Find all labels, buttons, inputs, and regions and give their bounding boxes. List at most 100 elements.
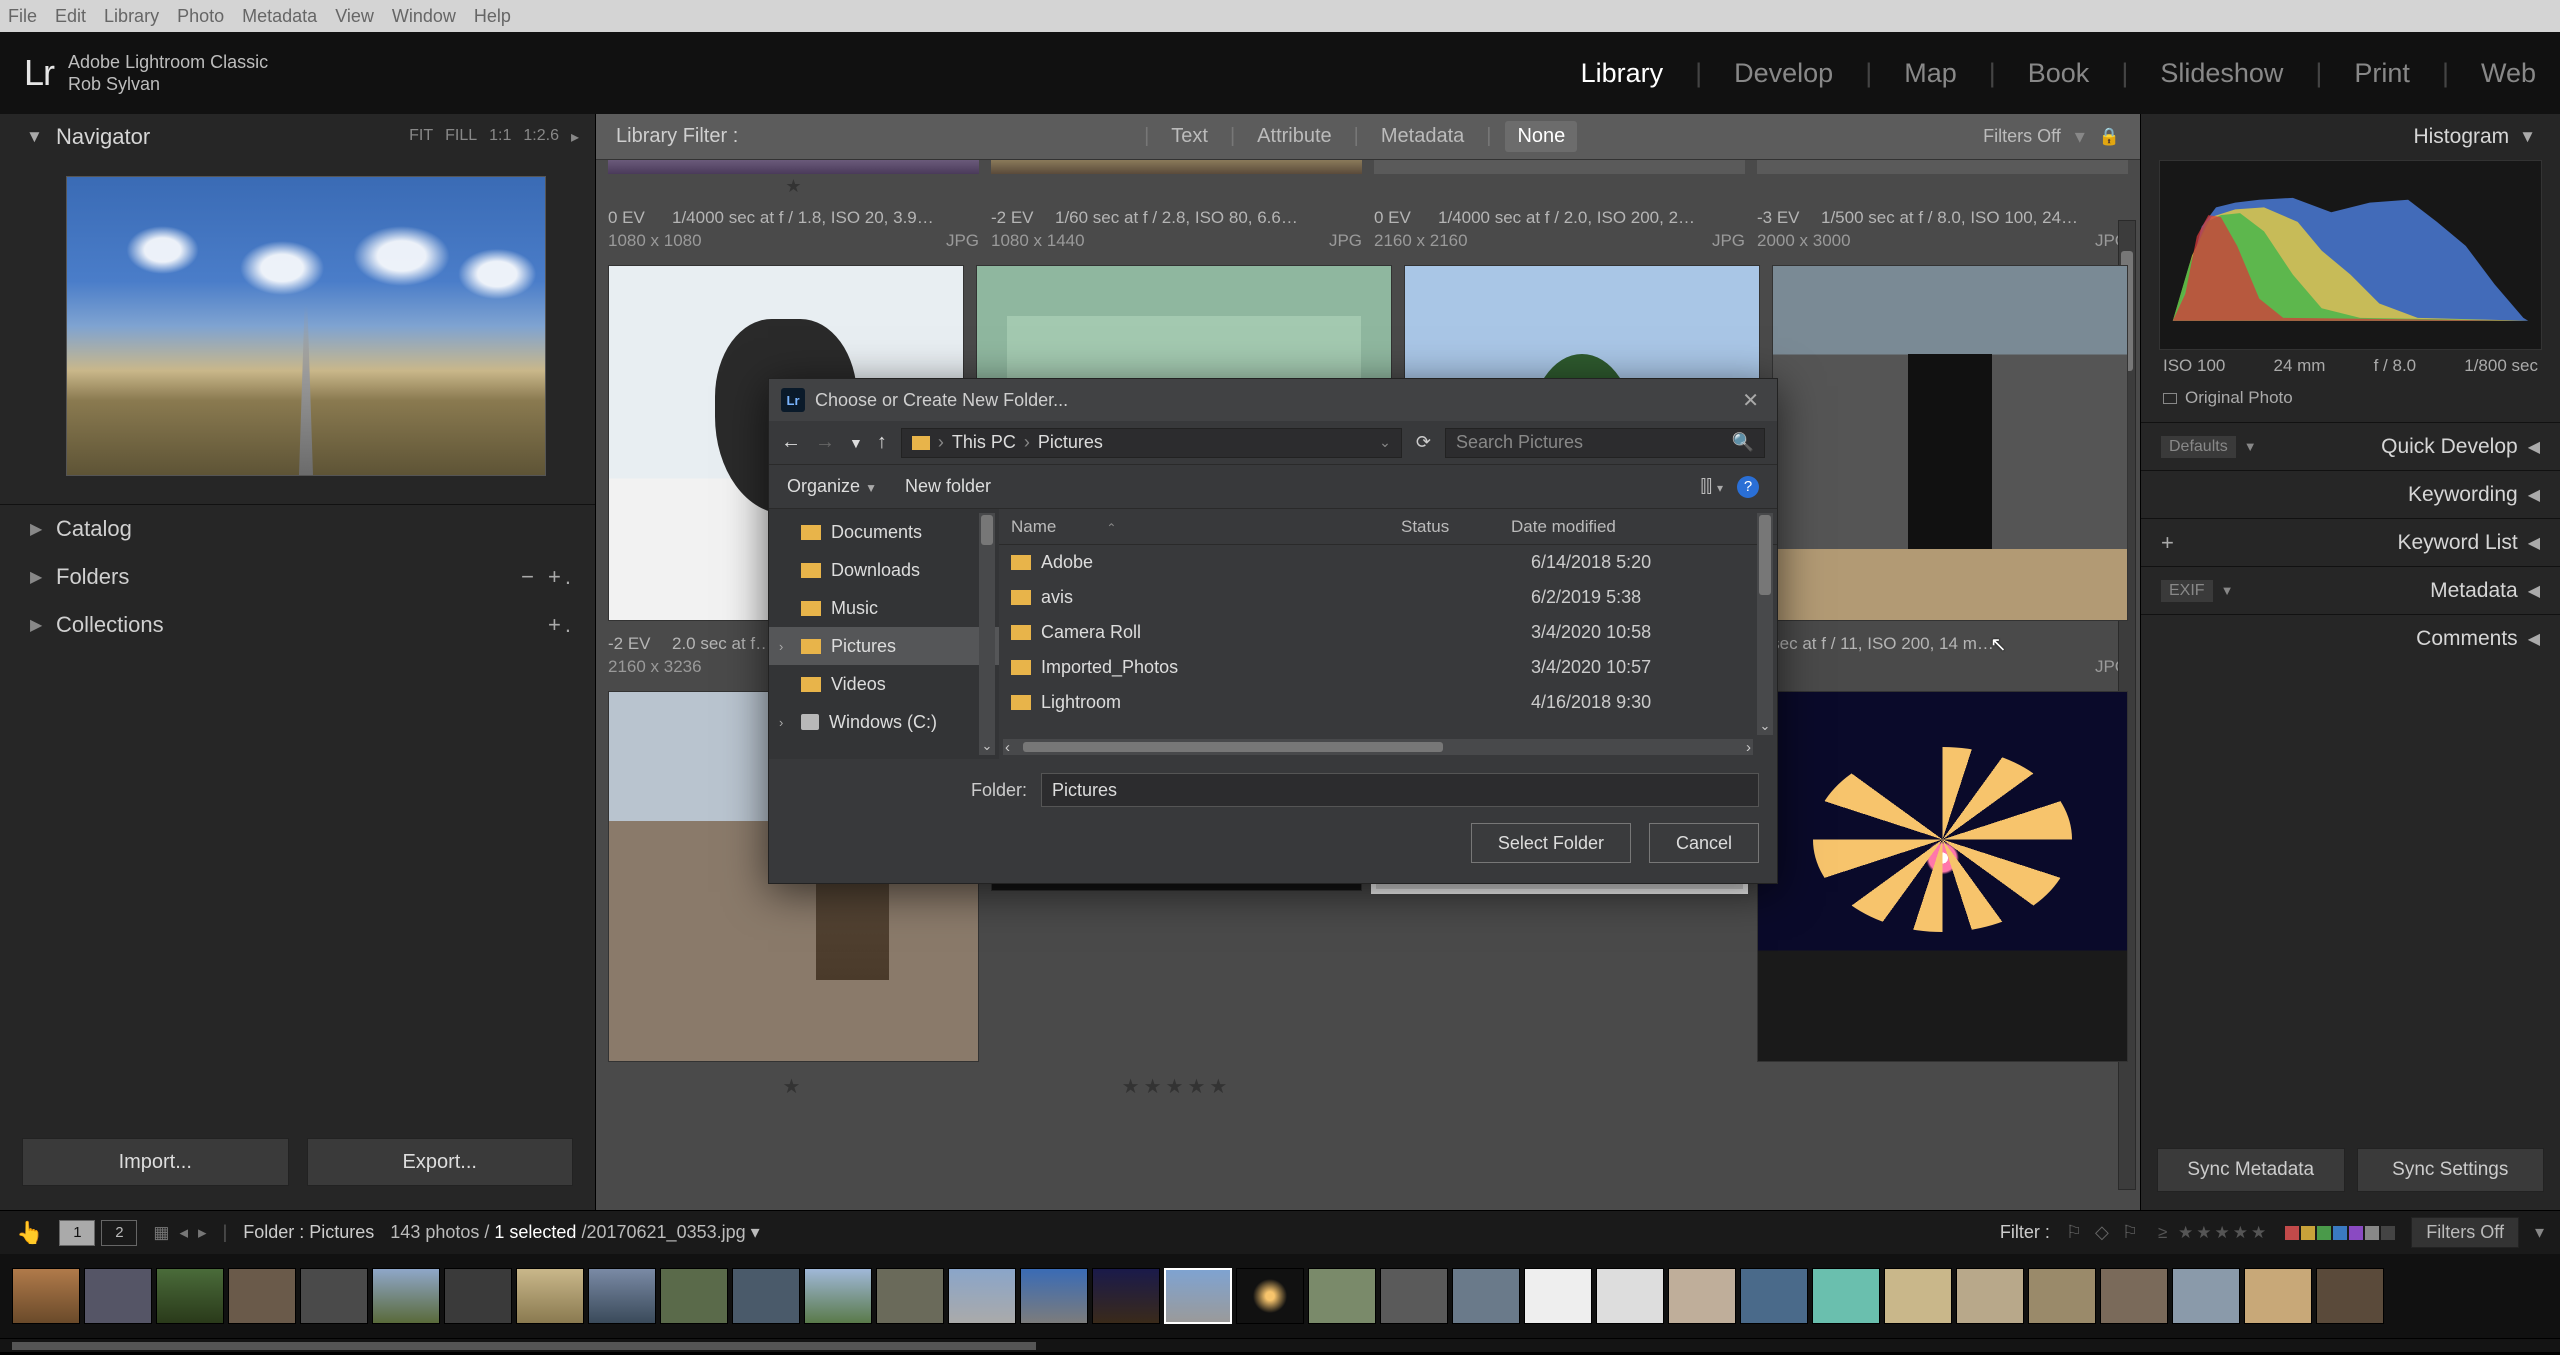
list-item[interactable]: Adobe6/14/2018 5:20 xyxy=(999,545,1777,580)
menu-window[interactable]: Window xyxy=(392,6,456,27)
section-metadata[interactable]: EXIF▼ Metadata◀ xyxy=(2141,566,2560,614)
filmstrip-thumb[interactable] xyxy=(2172,1268,2240,1324)
filmstrip-thumb[interactable] xyxy=(804,1268,872,1324)
collections-tools[interactable]: +. xyxy=(548,612,575,638)
breadcrumb-item[interactable]: This PC xyxy=(952,432,1016,453)
select-folder-button[interactable]: Select Folder xyxy=(1471,823,1631,863)
menu-library[interactable]: Library xyxy=(104,6,159,27)
navigator-header[interactable]: ▼ Navigator FIT FILL 1:1 1:2.6 ▸ xyxy=(0,114,595,160)
filmstrip-thumb[interactable] xyxy=(1380,1268,1448,1324)
navigator-preview[interactable] xyxy=(0,160,595,504)
filmstrip-scrollbar[interactable] xyxy=(0,1338,2560,1352)
refresh-icon[interactable]: ⟳ xyxy=(1416,432,1431,453)
filmstrip-thumb[interactable] xyxy=(1524,1268,1592,1324)
filmstrip-thumb[interactable] xyxy=(2028,1268,2096,1324)
new-folder-button[interactable]: New folder xyxy=(905,476,991,497)
histogram-chart[interactable] xyxy=(2159,160,2542,350)
section-quick-develop[interactable]: Defaults▼ Quick Develop◀ xyxy=(2141,422,2560,470)
module-library[interactable]: Library xyxy=(1581,58,1664,89)
menu-edit[interactable]: Edit xyxy=(55,6,86,27)
rating-star[interactable]: ★ xyxy=(608,176,979,197)
rating-star[interactable] xyxy=(1374,176,1745,197)
filmstrip-thumb[interactable] xyxy=(12,1268,80,1324)
folders-tools[interactable]: − +. xyxy=(521,564,575,590)
filter-tab-text[interactable]: Text xyxy=(1163,125,1216,148)
list-item[interactable]: Camera Roll3/4/2020 10:58 xyxy=(999,615,1777,650)
folder-field[interactable] xyxy=(1041,773,1759,807)
exif-dropdown[interactable]: EXIF xyxy=(2161,580,2213,602)
section-folders[interactable]: ▶ Folders − +. xyxy=(0,553,595,601)
filmstrip-thumb[interactable] xyxy=(372,1268,440,1324)
filters-off-dropdown[interactable]: Filters Off xyxy=(2411,1217,2519,1248)
tree-item-active[interactable]: ›Pictures xyxy=(769,627,999,665)
sort-direction-icon[interactable]: ◂ xyxy=(179,1223,188,1243)
tree-item[interactable]: Documents xyxy=(769,513,999,551)
lock-icon[interactable]: 🔒 xyxy=(2099,127,2120,147)
rating-star[interactable] xyxy=(1757,176,2128,197)
folder-list[interactable]: Name⌃ Status Date modified Adobe6/14/201… xyxy=(999,509,1777,759)
filmstrip-thumb[interactable] xyxy=(660,1268,728,1324)
rating-star[interactable]: ★ xyxy=(608,1074,979,1099)
filmstrip-thumb[interactable] xyxy=(588,1268,656,1324)
module-map[interactable]: Map xyxy=(1904,58,1957,89)
sync-metadata-button[interactable]: Sync Metadata xyxy=(2157,1148,2345,1192)
secondary-monitor-toggle[interactable]: 1 2 xyxy=(59,1220,137,1246)
filter-tab-attribute[interactable]: Attribute xyxy=(1249,125,1339,148)
menu-view[interactable]: View xyxy=(335,6,374,27)
section-comments[interactable]: Comments◀ xyxy=(2141,614,2560,662)
filmstrip-thumb[interactable] xyxy=(300,1268,368,1324)
filmstrip-thumb[interactable] xyxy=(1884,1268,1952,1324)
menu-file[interactable]: File xyxy=(8,6,37,27)
help-icon[interactable]: ? xyxy=(1737,476,1759,498)
tree-item[interactable]: Videos xyxy=(769,665,999,703)
zoom-fill[interactable]: FILL xyxy=(445,127,477,147)
filmstrip-thumb-selected[interactable] xyxy=(1164,1268,1232,1324)
menu-help[interactable]: Help xyxy=(474,6,511,27)
zoom-menu-icon[interactable]: ▸ xyxy=(571,127,579,147)
module-print[interactable]: Print xyxy=(2354,58,2410,89)
nav-back-icon[interactable]: ← xyxy=(781,431,801,454)
sort-direction-icon[interactable]: ▸ xyxy=(198,1223,207,1243)
section-collections[interactable]: ▶ Collections +. xyxy=(0,601,595,649)
module-slideshow[interactable]: Slideshow xyxy=(2160,58,2283,89)
filmstrip[interactable] xyxy=(0,1254,2560,1338)
filmstrip-thumb[interactable] xyxy=(2244,1268,2312,1324)
export-button[interactable]: Export... xyxy=(307,1138,574,1186)
cancel-button[interactable]: Cancel xyxy=(1649,823,1759,863)
histogram-header[interactable]: Histogram ▼ xyxy=(2141,114,2560,160)
filmstrip-thumb[interactable] xyxy=(1668,1268,1736,1324)
list-header[interactable]: Name⌃ Status Date modified xyxy=(999,509,1777,545)
list-hscrollbar[interactable] xyxy=(1003,739,1753,755)
zoom-1-1[interactable]: 1:1 xyxy=(489,127,511,147)
filter-tab-metadata[interactable]: Metadata xyxy=(1373,125,1472,148)
scroll-down-icon[interactable]: ⌄ xyxy=(1757,717,1773,735)
tree-item[interactable]: ›Windows (C:) xyxy=(769,703,999,741)
dialog-titlebar[interactable]: Lr Choose or Create New Folder... ✕ xyxy=(769,379,1777,421)
filmstrip-thumb[interactable] xyxy=(1308,1268,1376,1324)
filmstrip-thumb[interactable] xyxy=(1740,1268,1808,1324)
defaults-dropdown[interactable]: Defaults xyxy=(2161,436,2236,458)
section-catalog[interactable]: ▶ Catalog xyxy=(0,505,595,553)
folder-tree[interactable]: Documents Downloads Music ›Pictures Vide… xyxy=(769,509,999,759)
breadcrumb[interactable]: › This PC › Pictures ⌄ xyxy=(901,428,1402,458)
module-web[interactable]: Web xyxy=(2481,58,2536,89)
filmstrip-thumb[interactable] xyxy=(732,1268,800,1324)
filmstrip-thumb[interactable] xyxy=(1596,1268,1664,1324)
section-keywording[interactable]: Keywording◀ xyxy=(2141,470,2560,518)
expand-icon[interactable]: › xyxy=(779,639,783,654)
tree-item[interactable]: Music xyxy=(769,589,999,627)
tree-scrollbar[interactable]: ⌄ xyxy=(979,513,995,755)
menu-metadata[interactable]: Metadata xyxy=(242,6,317,27)
filmstrip-thumb[interactable] xyxy=(1020,1268,1088,1324)
color-label-filter[interactable] xyxy=(2285,1226,2395,1240)
module-book[interactable]: Book xyxy=(2028,58,2090,89)
scroll-down-icon[interactable]: ⌄ xyxy=(979,737,995,755)
list-item[interactable]: avis6/2/2019 5:38 xyxy=(999,580,1777,615)
chevron-down-icon[interactable]: ⌄ xyxy=(1379,434,1391,451)
tree-item[interactable]: Downloads xyxy=(769,551,999,589)
sort-asc-icon[interactable]: ⌃ xyxy=(1106,521,1116,535)
rating-star[interactable]: ★★★★★ xyxy=(991,1074,1362,1099)
grid-view-icon[interactable]: ▦ xyxy=(153,1223,169,1243)
close-icon[interactable]: ✕ xyxy=(1736,388,1765,413)
rating-star[interactable] xyxy=(991,176,1362,197)
